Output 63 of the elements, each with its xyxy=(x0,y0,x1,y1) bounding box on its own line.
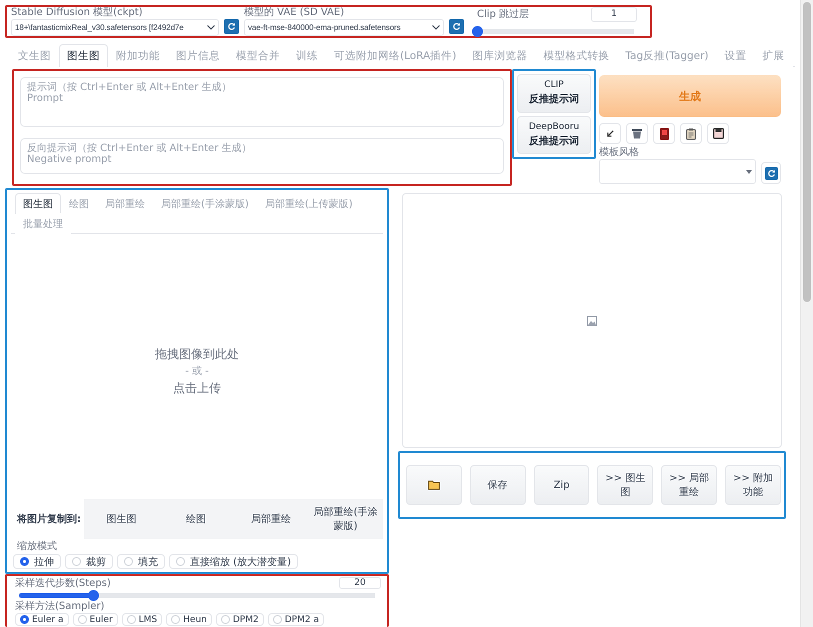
number-input[interactable]: 1 xyxy=(591,6,637,22)
field-label: 模板风格 xyxy=(599,147,640,158)
refresh-icon xyxy=(452,22,461,31)
checkpoint-select[interactable]: 18+\fantasticmixReal_v30.safetensors [f2492d7e xyxy=(11,19,219,36)
radio-option[interactable]: Euler xyxy=(72,613,118,626)
chevron-down-icon xyxy=(207,25,215,30)
radio-option[interactable]: 拉伸 xyxy=(13,554,61,569)
chevron-down-icon xyxy=(432,25,440,30)
tool-button[interactable] xyxy=(680,123,702,144)
prompt-field[interactable]: 反向提示词（按 Ctrl+Enter 或 Alt+Enter 生成） Negative prompt xyxy=(20,138,504,174)
copy-label: 将图片复制到: xyxy=(16,512,82,526)
tab[interactable]: 图生图 xyxy=(59,44,108,67)
field-label: 模型的 VAE (SD VAE) xyxy=(244,7,346,18)
radio-option[interactable]: Euler a xyxy=(15,613,69,626)
tool-button[interactable] xyxy=(653,123,675,144)
slider-thumb[interactable] xyxy=(472,26,483,36)
slider-thumb[interactable] xyxy=(88,590,99,601)
field-label: 缩放模式 xyxy=(16,541,58,552)
scrollbar[interactable] xyxy=(800,0,813,627)
copy-button[interactable]: 绘图 xyxy=(158,499,234,539)
tab[interactable]: 图生图 xyxy=(15,193,61,214)
radio-option[interactable]: DPM2 a xyxy=(268,613,324,626)
field-label: Stable Diffusion 模型(ckpt) xyxy=(11,7,144,18)
vae-select[interactable]: vae-ft-mse-840000-ema-pruned.safetensors xyxy=(244,19,444,36)
output-button[interactable]: Zip xyxy=(534,465,590,505)
folder-icon xyxy=(428,480,440,490)
copy-button[interactable]: 局部重绘(手涂蒙版) xyxy=(308,499,383,539)
refresh-button[interactable] xyxy=(761,162,781,184)
refresh-button[interactable] xyxy=(449,19,464,34)
card-icon xyxy=(660,128,668,140)
field-label: 采样方法(Sampler) xyxy=(15,601,106,612)
tool-button[interactable] xyxy=(707,123,729,144)
trash-icon xyxy=(632,128,642,139)
output-button[interactable]: >> 附加功能 xyxy=(725,465,781,505)
copy-button[interactable]: 图生图 xyxy=(84,499,159,539)
output-button[interactable]: 保存 xyxy=(470,465,526,505)
refresh-icon xyxy=(227,22,236,31)
arrow-icon xyxy=(606,129,614,138)
upload-text: - 或 - xyxy=(185,364,209,379)
radio-option[interactable]: 填充 xyxy=(117,554,165,569)
radio-option[interactable]: LMS xyxy=(122,613,162,626)
refresh-button[interactable] xyxy=(224,19,239,34)
image-icon xyxy=(587,316,597,326)
caret-icon xyxy=(746,170,752,174)
tool-button[interactable] xyxy=(626,123,648,144)
prompt-field[interactable]: 提示词（按 Ctrl+Enter 或 Alt+Enter 生成） Prompt xyxy=(20,77,504,127)
clipboard-icon xyxy=(686,128,696,140)
radio-option[interactable]: DPM2 xyxy=(216,613,264,626)
interrogate-button[interactable]: DeepBooru 反推提示词 xyxy=(517,116,591,154)
slider-label: Clip 跳过层 xyxy=(477,8,530,20)
interrogate-button[interactable]: CLIP 反推提示词 xyxy=(517,74,591,112)
copy-button[interactable]: 局部重绘 xyxy=(234,499,308,539)
refresh-icon xyxy=(766,168,776,178)
tool-button[interactable] xyxy=(599,123,621,144)
upload-text[interactable]: 拖拽图像到此处 xyxy=(155,347,239,362)
radio-option[interactable]: 直接缩放 (放大潜变量) xyxy=(169,554,298,569)
output-button[interactable]: >> 局部重绘 xyxy=(661,465,718,505)
slider-label: 采样迭代步数(Steps) xyxy=(15,578,111,589)
number-input[interactable]: 20 xyxy=(339,577,381,589)
radio-option[interactable]: 裁剪 xyxy=(65,554,113,569)
upload-link[interactable]: 点击上传 xyxy=(173,381,221,396)
output-button[interactable]: >> 图生图 xyxy=(597,465,654,505)
radio-option[interactable]: Heun xyxy=(166,613,212,626)
